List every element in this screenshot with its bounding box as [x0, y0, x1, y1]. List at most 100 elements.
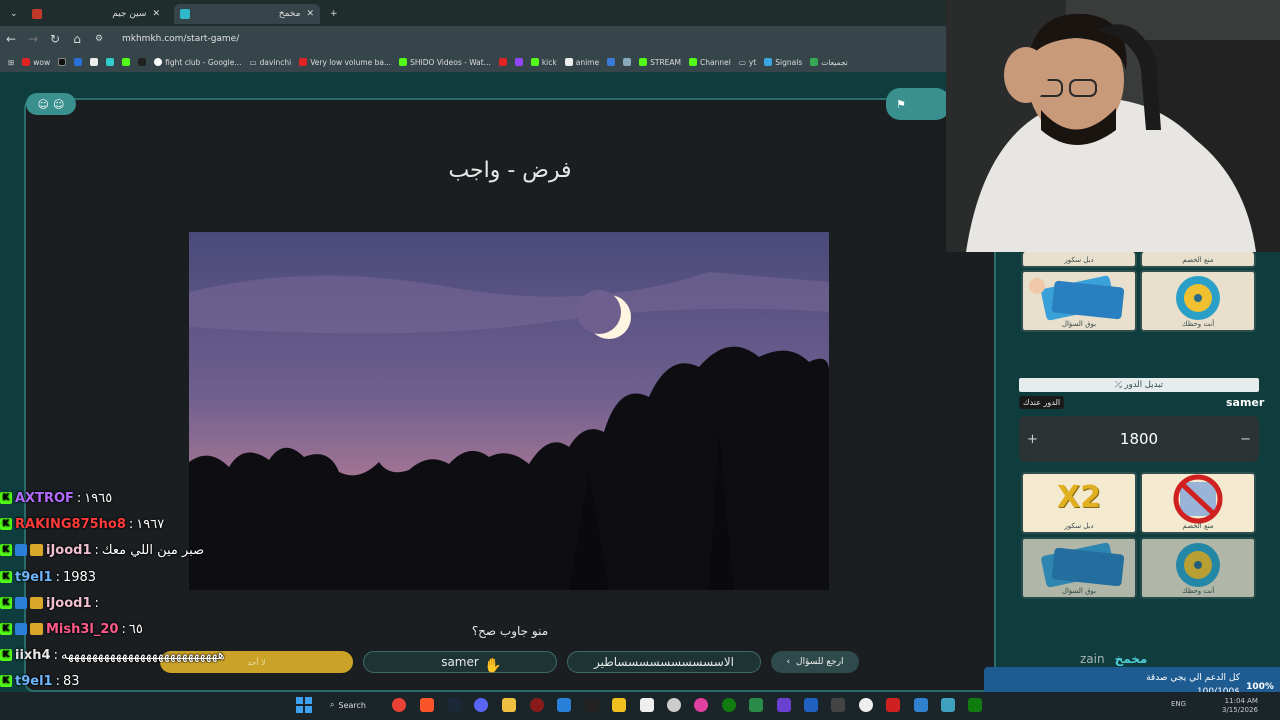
app-icon[interactable] — [694, 698, 708, 712]
zain-logo: zain — [1080, 652, 1105, 666]
bookmark-item[interactable] — [90, 58, 99, 66]
decrease-score-button[interactable]: − — [1240, 432, 1251, 447]
block-opponent-icon — [1173, 474, 1223, 524]
kick-badge-icon: K — [0, 492, 12, 504]
app-icon[interactable] — [831, 698, 845, 712]
chat-username: AXTROF — [15, 490, 74, 506]
app-icon[interactable] — [640, 698, 654, 712]
bookmark-item[interactable]: kick — [530, 58, 557, 67]
new-tab-button[interactable]: + — [324, 4, 344, 24]
app-icon[interactable] — [804, 698, 818, 712]
tab-seen-jeem[interactable]: سين جيم ✕ — [26, 4, 166, 24]
bookmark-item[interactable] — [106, 58, 115, 66]
player-name: samer — [1226, 396, 1265, 409]
chrome-icon[interactable] — [392, 698, 406, 712]
forward-icon[interactable]: → — [22, 32, 44, 46]
smile-icon[interactable]: ☺ — [38, 98, 49, 111]
close-tab-icon[interactable]: ✕ — [152, 9, 160, 19]
bookmark-folder[interactable]: ▭ davinchi — [250, 58, 292, 67]
taskbar-clock[interactable]: 11:04 AM 3/15/2026 — [1222, 697, 1258, 715]
app-icon[interactable] — [886, 698, 900, 712]
anime-icon — [564, 58, 573, 66]
chat-text: ٦٥ — [128, 621, 143, 637]
reload-icon[interactable]: ↻ — [44, 32, 66, 46]
bookmark-item[interactable]: Very low volume ba... — [299, 58, 391, 67]
back-to-question-button[interactable]: ‹ ارجع للسؤال — [771, 651, 859, 673]
question-horn-card-top[interactable]: بوق السؤال — [1021, 270, 1137, 332]
app-icon[interactable] — [612, 698, 626, 712]
windows-start-icon[interactable] — [296, 697, 312, 713]
app-icon[interactable] — [859, 698, 873, 712]
partial-card-double[interactable]: دبل سكور — [1021, 252, 1137, 268]
tab-list-button[interactable]: ⌄ — [4, 4, 24, 24]
tab-favicon-icon — [180, 9, 190, 19]
bookmark-item[interactable]: fight club - Google... — [154, 58, 242, 67]
apps-icon[interactable]: ⊞ — [8, 58, 14, 67]
app-icon[interactable] — [749, 698, 763, 712]
kick-badge-icon: K — [0, 623, 12, 635]
block-opponent-card[interactable]: منع الخصم — [1140, 472, 1256, 534]
bookmark-item[interactable] — [58, 58, 67, 66]
chat-message: KiJood1 : — [0, 593, 102, 613]
url-field[interactable]: mkhmkh.com/start-game/ — [122, 34, 239, 44]
bookmark-item[interactable]: anime — [564, 58, 599, 67]
webcam-overlay — [946, 0, 1280, 252]
bookmark-item[interactable]: Signals — [764, 58, 802, 67]
chat-username: t9el1 — [15, 673, 53, 689]
bookmark-item[interactable]: wow — [22, 58, 50, 67]
bookmark-item[interactable]: STREAM — [639, 58, 681, 67]
steam-icon[interactable] — [447, 698, 461, 712]
brave-icon[interactable] — [420, 698, 434, 712]
kick-icon — [399, 58, 408, 66]
double-score-card[interactable]: X2 دبل سكور — [1021, 472, 1137, 534]
bookmark-item[interactable]: Channel — [689, 58, 731, 67]
language-indicator[interactable]: ENG — [1171, 700, 1186, 708]
verified-badge-icon — [15, 597, 27, 609]
site-icon — [74, 58, 83, 66]
app-icon[interactable] — [777, 698, 791, 712]
app-icon[interactable] — [557, 698, 571, 712]
close-tab-icon[interactable]: ✕ — [306, 9, 314, 19]
epic-games-icon[interactable] — [585, 698, 599, 712]
folder-icon[interactable] — [502, 698, 516, 712]
bookmark-folder[interactable]: ▭ yt — [739, 58, 756, 67]
bookmark-item[interactable]: تجميعات — [810, 58, 848, 67]
smile-icon[interactable]: ☺ — [53, 98, 64, 111]
taskbar-search[interactable]: ⌕ Search — [330, 696, 378, 714]
report-button[interactable]: ⚑ — [886, 88, 950, 120]
question-horn-card[interactable]: بوق السؤال — [1021, 537, 1137, 599]
chat-username: iJood1 — [46, 542, 92, 558]
app-icon[interactable] — [941, 698, 955, 712]
bookmark-item[interactable] — [498, 58, 507, 66]
switch-turn-button[interactable]: ⤰ تبديل الدور — [1019, 378, 1259, 392]
xbox-icon[interactable] — [968, 698, 982, 712]
crown-badge-icon — [30, 597, 43, 609]
bookmark-item[interactable] — [138, 58, 147, 66]
tab-mkhmkh[interactable]: مخمخ ✕ — [174, 4, 320, 24]
back-icon[interactable]: ← — [0, 32, 22, 46]
luck-wheel-card-top[interactable]: أنت وحظك — [1140, 270, 1256, 332]
increase-score-button[interactable]: + — [1027, 432, 1038, 447]
luck-wheel-card[interactable]: أنت وحظك — [1140, 537, 1256, 599]
settings-icon[interactable] — [667, 698, 681, 712]
flag-icon: ⚑ — [896, 97, 906, 111]
answer-player-two-button[interactable]: الاسسسسسسسسسساطير — [567, 651, 761, 673]
bookmark-item[interactable]: SHIDO Videos - Wat... — [399, 58, 491, 67]
bookmark-item[interactable] — [74, 58, 83, 66]
bookmark-item[interactable] — [623, 58, 632, 66]
app-icon[interactable] — [914, 698, 928, 712]
site-icon — [607, 58, 616, 66]
app-icon[interactable] — [530, 698, 544, 712]
bookmark-item[interactable] — [514, 58, 523, 66]
site-info-icon[interactable]: ⚙ — [88, 34, 110, 44]
home-icon[interactable]: ⌂ — [66, 32, 88, 46]
xbox-icon[interactable] — [722, 698, 736, 712]
kick-icon — [530, 58, 539, 66]
drive-icon — [810, 58, 819, 66]
bookmark-item[interactable] — [607, 58, 616, 66]
chat-text: ههههههههههههههههههههههههههه — [61, 647, 225, 663]
partial-card-block[interactable]: منع الخصم — [1140, 252, 1256, 268]
emoji-controls[interactable]: ☺ ☺ — [26, 93, 76, 115]
discord-icon[interactable] — [474, 698, 488, 712]
bookmark-item[interactable] — [122, 58, 131, 66]
